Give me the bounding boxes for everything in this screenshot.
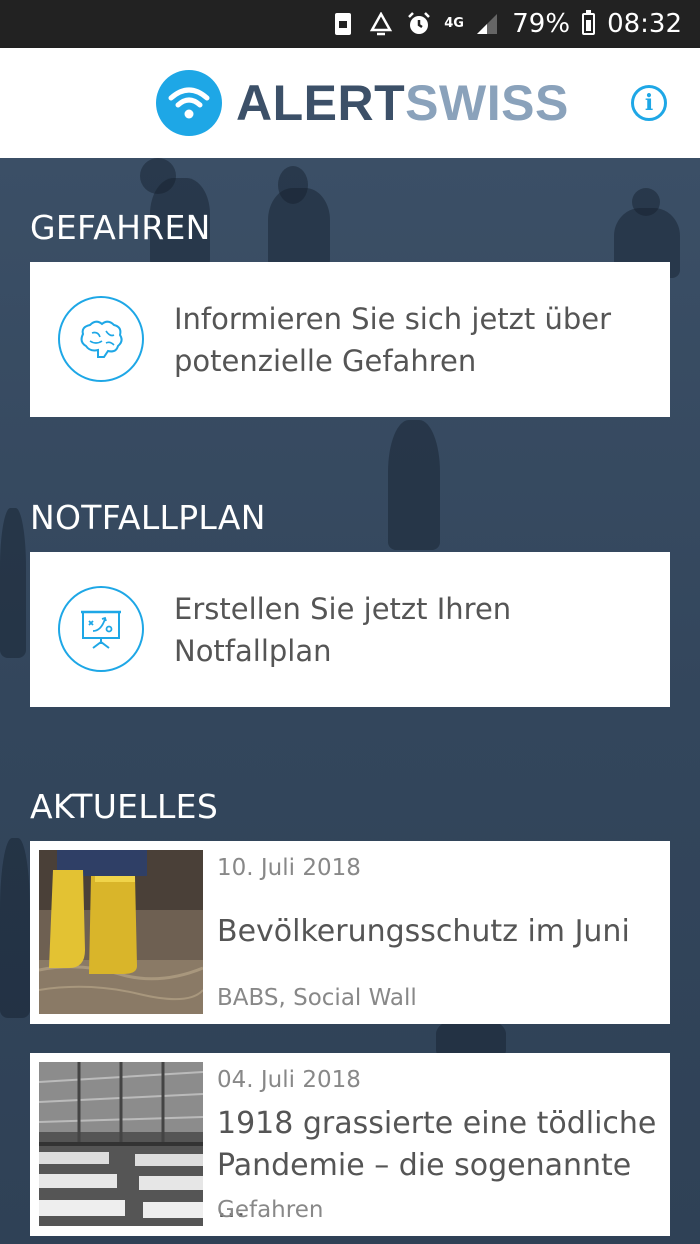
news-thumbnail-pandemic-hospital (39, 1062, 203, 1226)
alarm-icon (406, 11, 432, 37)
logo-text-alert: ALERT (236, 75, 406, 131)
notfallplan-card-text: Erstellen Sie jetzt Ihren Notfallplan (174, 592, 512, 668)
clock: 08:32 (607, 9, 682, 39)
news-date: 10. Juli 2018 (217, 855, 361, 881)
section-title-aktuelles: AKTUELLES (30, 787, 219, 826)
logo-text: ALERTSWISS (236, 78, 569, 128)
battery-icon (582, 10, 596, 35)
screenshot-icon (330, 11, 356, 37)
status-bar: 4G 79% 08:32 (0, 0, 700, 48)
battery-percent: 79% (512, 9, 571, 39)
network-type: 4G (444, 16, 464, 31)
gefahren-card[interactable]: Informieren Sie sich jetzt über potenzie… (30, 262, 670, 417)
recycle-icon (368, 11, 394, 37)
gefahren-card-text: Informieren Sie sich jetzt über potenzie… (174, 302, 612, 378)
strategy-board-icon (58, 586, 144, 672)
news-item[interactable]: 04. Juli 2018 1918 grassierte eine tödli… (30, 1053, 670, 1236)
news-item[interactable]: 10. Juli 2018 Bevölkerungsschutz im Juni… (30, 841, 670, 1024)
app-header: ALERTSWISS i (0, 48, 700, 158)
alertswiss-logo: ALERTSWISS (156, 70, 569, 136)
news-date: 04. Juli 2018 (217, 1067, 361, 1093)
signal-icon (474, 11, 500, 37)
news-source: Gefahren (217, 1197, 324, 1223)
wifi-icon (156, 70, 222, 136)
notfallplan-card[interactable]: Erstellen Sie jetzt Ihren Notfallplan (30, 552, 670, 707)
info-icon[interactable]: i (631, 85, 667, 121)
logo-text-swiss: SWISS (405, 75, 569, 131)
news-thumbnail-rubber-boots (39, 850, 203, 1014)
news-title: Bevölkerungsschutz im Juni (217, 914, 630, 949)
section-title-gefahren: GEFAHREN (30, 208, 211, 247)
news-source: BABS, Social Wall (217, 985, 417, 1011)
info-glyph: i (644, 90, 654, 116)
brain-icon (58, 296, 144, 382)
section-title-notfallplan: NOTFALLPLAN (30, 498, 266, 537)
